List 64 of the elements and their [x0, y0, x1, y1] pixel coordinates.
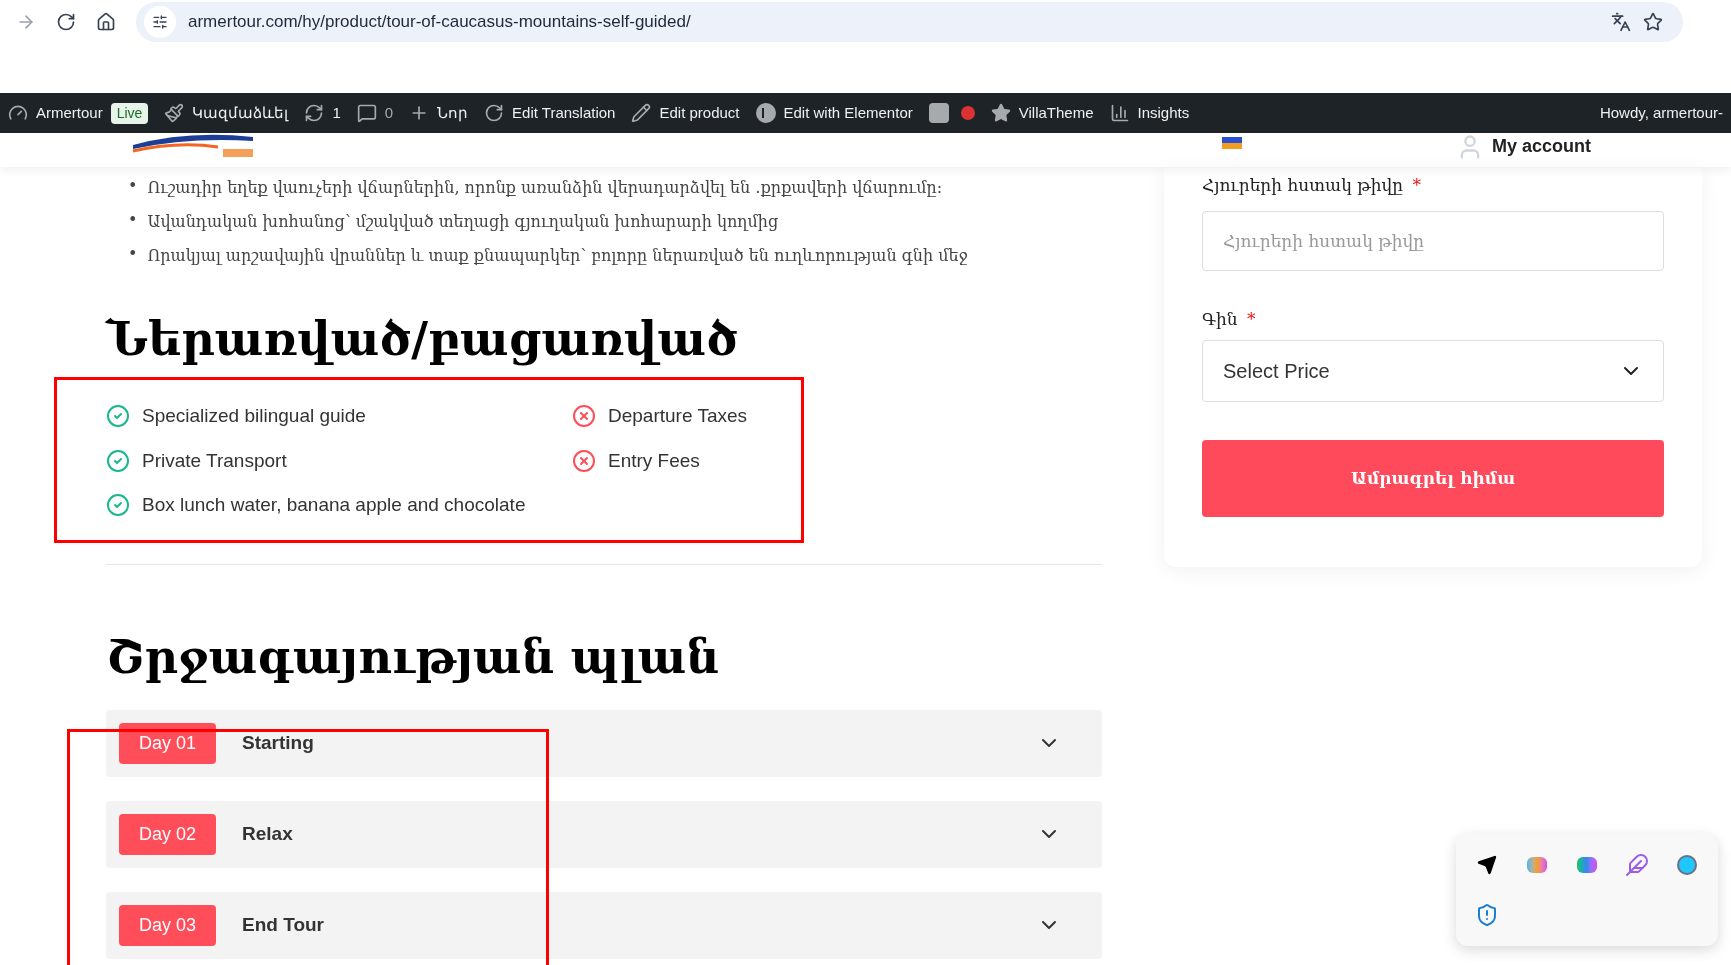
bullet-marker: • — [128, 175, 138, 197]
day-accordion[interactable]: Day 01 Starting — [106, 709, 1102, 777]
section-heading: Ներառված/բացառված — [106, 311, 739, 368]
dashboard-icon — [8, 103, 28, 123]
price-select[interactable]: Select Price — [1202, 340, 1664, 402]
bullet-marker: • — [128, 243, 138, 265]
day-accordion[interactable]: Day 03 End Tour — [106, 891, 1102, 959]
refresh-icon — [304, 103, 325, 123]
field-label: Հյուրերի հստակ թիվը * — [1202, 174, 1422, 197]
account-greeting[interactable]: Howdy, armertour- — [1599, 101, 1723, 125]
day-title: End Tour — [242, 912, 324, 937]
bullet-marker: • — [128, 209, 138, 231]
day-badge: Day 01 — [119, 722, 217, 764]
admin-bar-link[interactable]: Նոր — [409, 101, 469, 125]
check-circle-icon — [106, 493, 130, 518]
my-account-link[interactable]: My account — [1491, 133, 1591, 159]
excluded-item: Departure Taxes — [608, 404, 748, 428]
day-accordion[interactable]: Day 02 Relax — [106, 800, 1102, 868]
admin-bar-link[interactable]: Կազմաձևել — [164, 101, 289, 125]
day-badge: Day 02 — [119, 813, 217, 855]
bullet-text: Որակյալ արշավային վրաններ և տաք քնապարկեր՝ բոլորը ներառված են ուղևորության գնի մեջ — [147, 245, 968, 267]
bookmark-icon[interactable] — [1643, 12, 1663, 32]
send-icon[interactable] — [1477, 855, 1497, 875]
section-heading: Շրջագայության պլան — [106, 628, 721, 686]
bullet-text: Ավանդական խոհանոց՝ մշակված տեղացի գյուղական խոհարարի կողմից — [147, 211, 779, 233]
star-icon — [990, 103, 1011, 123]
url-text: armertour.com/hy/product/tour-of-caucasus-mountains-self-guided/ — [188, 11, 692, 34]
check-circle-icon — [106, 404, 130, 429]
feather-icon[interactable] — [1625, 853, 1649, 877]
bar-chart-icon — [1109, 103, 1130, 123]
included-item: Box lunch water, banana apple and chocolate — [142, 493, 526, 517]
app-icon[interactable] — [1677, 855, 1697, 875]
cross-circle-icon — [572, 448, 596, 473]
admin-bar-link[interactable]: 0 — [356, 101, 394, 125]
admin-bar-link[interactable]: Edit with Elementor — [755, 101, 913, 125]
admin-bar-link[interactable]: Edit product — [631, 101, 740, 125]
included-item: Private Transport — [142, 448, 287, 473]
day-badge: Day 03 — [119, 904, 217, 946]
home-icon[interactable] — [96, 12, 116, 32]
bullet-text: Ուշադիր եղեք վաուչերի վճարներին, որոնք առանձին վերադարձվել են ․քրքավերի վճարումը: — [147, 177, 943, 199]
day-title: Starting — [242, 730, 314, 755]
comment-icon — [356, 103, 377, 123]
admin-bar-link[interactable]: Edit Translation — [484, 101, 616, 125]
pencil-icon — [631, 103, 652, 123]
address-bar[interactable]: armertour.com/hy/product/tour-of-caucasus-mountains-self-guided/ — [136, 2, 1683, 42]
admin-bar-link[interactable]: Armertour — [8, 101, 103, 125]
admin-bar-link[interactable]: Insights — [1109, 101, 1190, 125]
shield-warning-icon[interactable] — [1475, 903, 1499, 927]
field-label: Գին * — [1202, 307, 1257, 331]
admin-bar-link[interactable]: 1 — [304, 101, 341, 125]
check-circle-icon — [106, 448, 130, 473]
app-icon[interactable] — [1577, 857, 1597, 873]
paintbrush-icon — [164, 103, 185, 123]
site-info-icon[interactable] — [144, 6, 176, 38]
language-flag-icon[interactable] — [1222, 137, 1242, 149]
live-badge: Live — [110, 102, 149, 124]
cross-circle-icon — [572, 404, 596, 429]
reload-icon[interactable] — [56, 12, 76, 32]
admin-bar-link[interactable]: VillaTheme — [990, 101, 1094, 125]
excluded-item: Entry Fees — [608, 448, 700, 473]
included-item: Specialized bilingual guide — [142, 404, 366, 428]
app-icon[interactable] — [1527, 857, 1547, 873]
guests-input-field[interactable]: Հյուրերի հստակ թիվը — [1202, 210, 1664, 271]
day-title: Relax — [242, 821, 293, 846]
